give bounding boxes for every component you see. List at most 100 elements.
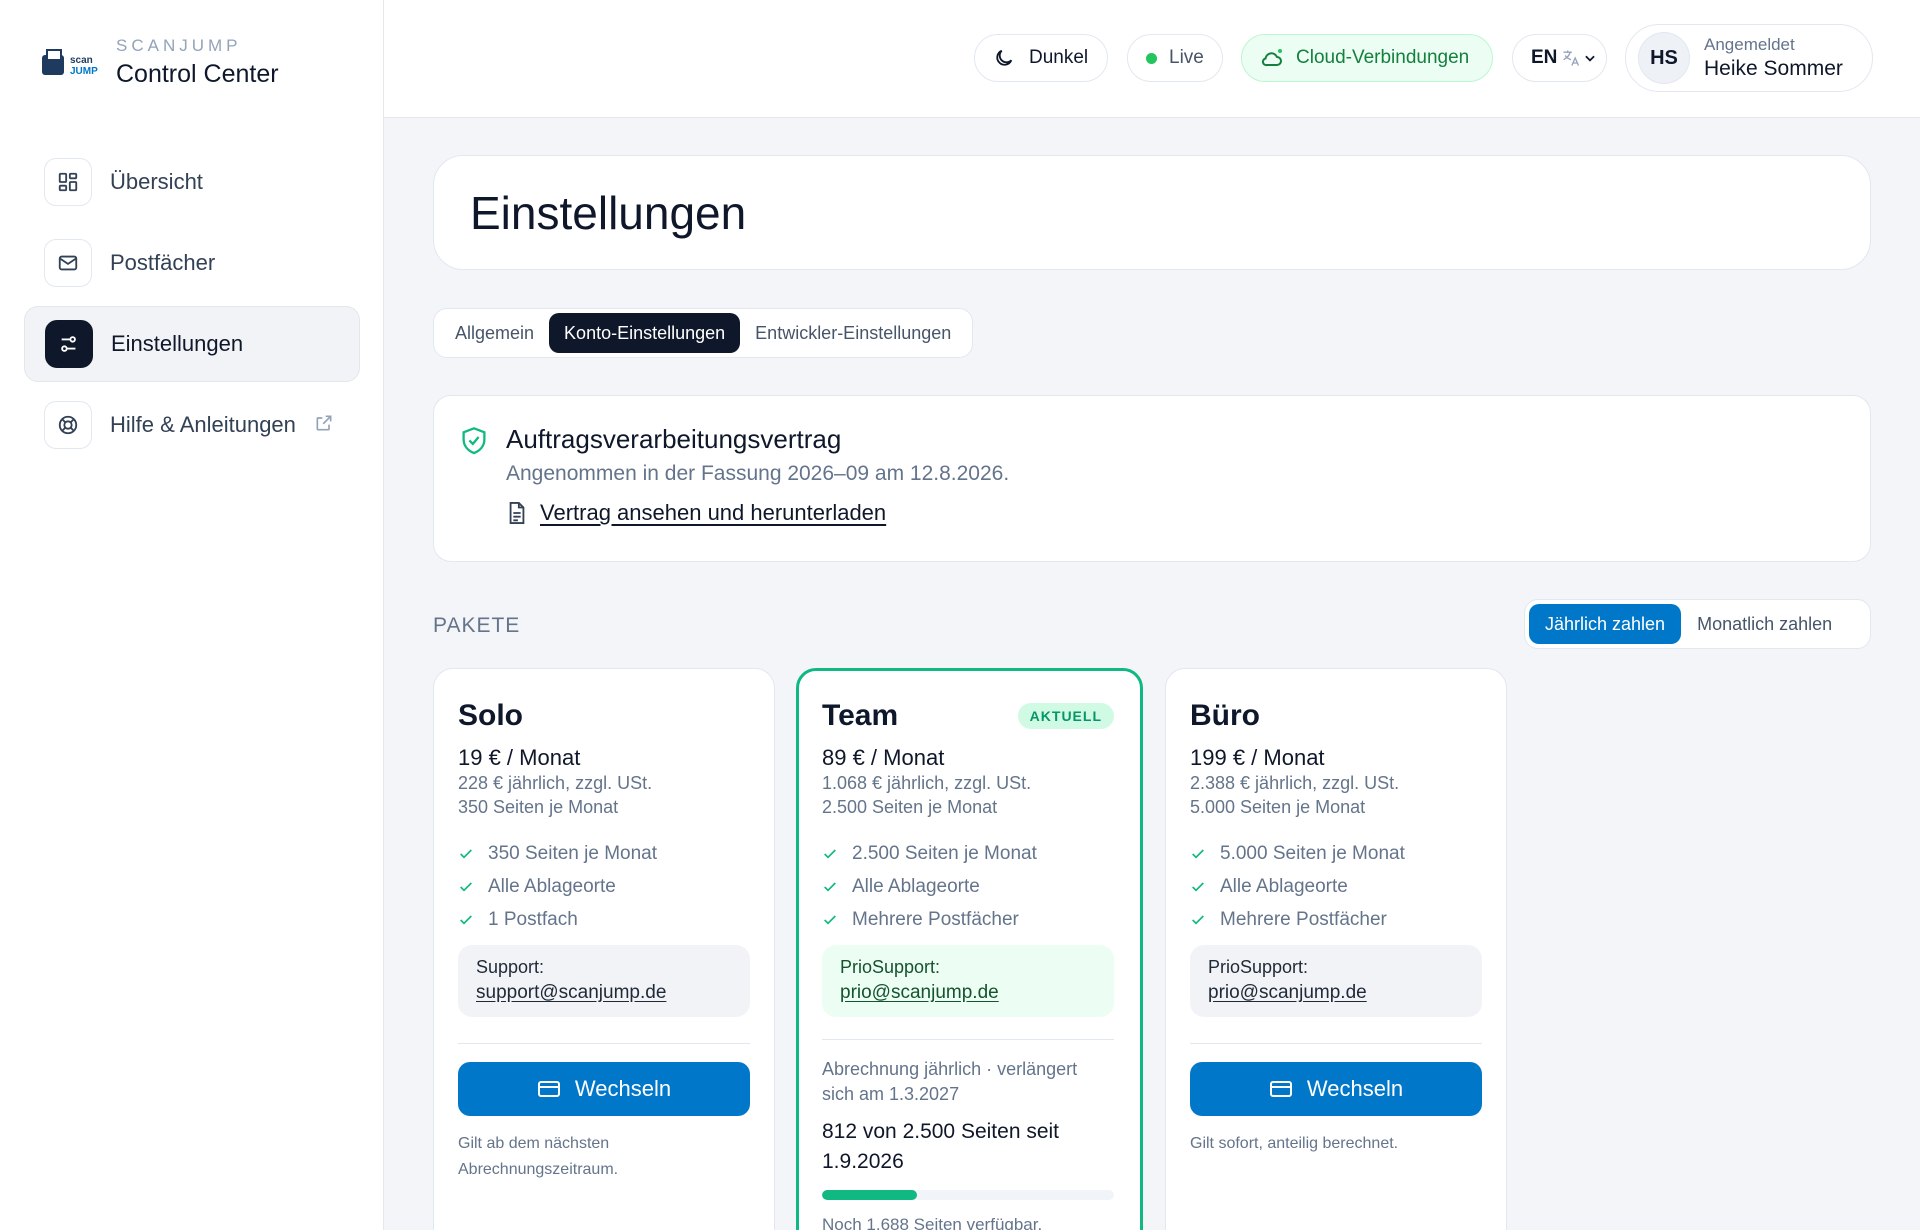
settings-tabs: Allgemein Konto-Einstellungen Entwickler…	[433, 308, 974, 358]
plan-yearly-price: 228 € jährlich, zzgl. USt.	[458, 773, 653, 793]
billing-period-toggle: Jährlich zahlen Monatlich zahlen	[1524, 599, 1871, 649]
plan-note: Gilt ab dem nächsten Abrechnungszeitraum…	[458, 1135, 619, 1178]
live-status[interactable]: Live	[1127, 34, 1223, 82]
billing-note: Abrechnung jährlich · verlängert sich am…	[822, 1059, 1078, 1104]
support-label: PrioSupport:	[1208, 957, 1309, 977]
chevron-down-icon	[1583, 51, 1597, 65]
credit-card-icon	[537, 1081, 560, 1097]
check-icon	[824, 848, 836, 859]
divider	[1190, 1043, 1482, 1044]
monthly-billing-option[interactable]: Monatlich zahlen	[1681, 604, 1848, 644]
tab-general[interactable]: Allgemein	[440, 313, 549, 353]
list-item: 1 Postfach	[458, 903, 657, 936]
plan-features: 350 Seiten je Monat Alle Ablageorte 1 Po…	[458, 837, 657, 936]
plan-pages: 5.000 Seiten je Monat	[1190, 797, 1366, 817]
sidebar-item-overview[interactable]: Übersicht	[24, 144, 360, 220]
tab-developer-settings[interactable]: Entwickler-Einstellungen	[740, 313, 966, 353]
support-email-link[interactable]: prio@scanjump.de	[1208, 982, 1464, 1004]
check-icon	[460, 881, 472, 892]
page-header-card: Einstellungen	[433, 155, 1871, 270]
support-label: Support:	[476, 957, 545, 977]
list-item: Mehrere Postfächer	[822, 903, 1037, 936]
credit-card-icon	[1269, 1081, 1292, 1097]
dpa-card: Auftragsverarbeitungsvertrag Angenommen …	[433, 395, 1871, 562]
dpa-subtitle: Angenommen in der Fassung 2026–09 am 12.…	[506, 462, 1010, 485]
sidebar: scan JUMP SCANJUMP Control Center Übersi…	[0, 0, 384, 1230]
moon-icon	[993, 47, 1015, 69]
dashboard-icon	[44, 158, 92, 206]
live-dot-icon	[1146, 52, 1157, 64]
usage-summary: 812 von 2.500 Seiten seit 1.9.2026	[822, 1120, 1060, 1173]
dpa-download-link[interactable]: Vertrag ansehen und herunterladen	[540, 500, 886, 526]
shield-check-icon	[460, 426, 488, 461]
language-label: EN	[1531, 47, 1558, 68]
mail-icon	[44, 239, 92, 287]
plan-yearly-price: 2.388 € jährlich, zzgl. USt.	[1190, 773, 1400, 793]
support-box: Support: support@scanjump.de	[458, 945, 750, 1017]
check-icon	[1192, 914, 1204, 925]
plan-pages: 350 Seiten je Monat	[458, 797, 619, 817]
divider	[822, 1039, 1114, 1040]
plan-note: Gilt sofort, anteilig berechnet.	[1190, 1135, 1399, 1152]
theme-toggle-label: Dunkel	[1029, 47, 1089, 68]
plan-yearly-price: 1.068 € jährlich, zzgl. USt.	[822, 773, 1032, 793]
brand[interactable]: scan JUMP SCANJUMP Control Center	[40, 36, 279, 89]
sidebar-item-help[interactable]: Hilfe & Anleitungen	[24, 387, 360, 463]
topbar: Dunkel Live Cloud-Verbindungen EN HS Ang…	[384, 0, 1920, 118]
sidebar-item-mailboxes[interactable]: Postfächer	[24, 225, 360, 301]
remaining-pages: Noch 1.688 Seiten verfügbar.	[822, 1215, 1043, 1230]
plan-name: Team	[822, 699, 899, 732]
check-icon	[824, 914, 836, 925]
list-item: 5.000 Seiten je Monat	[1190, 837, 1405, 870]
user-name: Heike Sommer	[1704, 57, 1843, 80]
list-item: 350 Seiten je Monat	[458, 837, 657, 870]
switch-plan-button[interactable]: Wechseln	[458, 1062, 750, 1116]
prio-support-box: PrioSupport: prio@scanjump.de	[1190, 945, 1482, 1017]
translate-icon	[1561, 48, 1581, 68]
plan-name: Büro	[1190, 699, 1260, 732]
plan-card-buero: Büro 199 € / Monat 2.388 € jährlich, zzg…	[1165, 668, 1507, 1230]
prio-support-box: PrioSupport: prio@scanjump.de	[822, 945, 1114, 1017]
sliders-icon	[45, 320, 93, 368]
plan-features: 5.000 Seiten je Monat Alle Ablageorte Me…	[1190, 837, 1405, 936]
external-link-icon	[314, 413, 334, 438]
usage-progress-bar	[822, 1190, 1114, 1200]
sidebar-item-label: Hilfe & Anleitungen	[110, 412, 296, 437]
tab-account-settings[interactable]: Konto-Einstellungen	[549, 313, 741, 353]
live-label: Live	[1169, 47, 1204, 68]
sidebar-item-settings[interactable]: Einstellungen	[24, 306, 360, 382]
sidebar-nav: Übersicht Postfächer Einstellungen Hilfe…	[24, 144, 360, 468]
plan-price: 19 € / Monat	[458, 745, 581, 770]
theme-toggle-button[interactable]: Dunkel	[974, 34, 1108, 82]
check-icon	[824, 881, 836, 892]
packages-section-label: PAKETE	[433, 614, 521, 637]
dpa-link-row[interactable]: Vertrag ansehen und herunterladen	[506, 500, 886, 526]
current-plan-badge: AKTUELL	[1017, 703, 1114, 729]
list-item: 2.500 Seiten je Monat	[822, 837, 1037, 870]
list-item: Alle Ablageorte	[1190, 870, 1405, 903]
cloud-connections-label: Cloud-Verbindungen	[1296, 47, 1470, 68]
cloud-connections-button[interactable]: Cloud-Verbindungen	[1241, 34, 1493, 82]
check-icon	[1192, 848, 1204, 859]
sidebar-item-label: Postfächer	[110, 250, 216, 275]
sidebar-item-label: Einstellungen	[111, 331, 244, 356]
support-label: PrioSupport:	[840, 957, 941, 977]
list-item: Alle Ablageorte	[822, 870, 1037, 903]
plan-card-solo: Solo 19 € / Monat 228 € jährlich, zzgl. …	[433, 668, 775, 1230]
usage-progress-fill	[822, 1190, 917, 1200]
switch-plan-button[interactable]: Wechseln	[1190, 1062, 1482, 1116]
support-email-link[interactable]: prio@scanjump.de	[840, 982, 1096, 1004]
plan-name: Solo	[458, 699, 523, 732]
sidebar-item-label: Übersicht	[110, 169, 203, 194]
support-email-link[interactable]: support@scanjump.de	[476, 982, 732, 1004]
cloud-icon	[1260, 47, 1284, 69]
user-menu[interactable]: HS Angemeldet Heike Sommer	[1625, 24, 1873, 92]
scanjump-logo: scan JUMP	[40, 47, 104, 79]
document-icon	[506, 501, 528, 525]
plan-pages: 2.500 Seiten je Monat	[822, 797, 998, 817]
brand-eyebrow: SCANJUMP	[116, 36, 242, 55]
yearly-billing-option[interactable]: Jährlich zahlen	[1529, 604, 1682, 644]
check-icon	[460, 914, 472, 925]
dpa-title: Auftragsverarbeitungsvertrag	[506, 424, 842, 454]
language-select[interactable]: EN	[1512, 34, 1607, 82]
